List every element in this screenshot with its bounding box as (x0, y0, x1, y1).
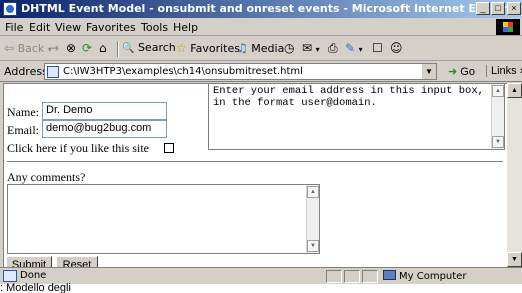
discuss-icon: ☐ (372, 41, 383, 55)
hint-scrollbar[interactable]: ▲ ▼ (491, 84, 504, 149)
links-label: Links (491, 65, 517, 77)
menu-help[interactable]: Help (173, 21, 198, 34)
done-page-icon (3, 270, 17, 282)
horizontal-rule (7, 161, 503, 163)
back-button[interactable]: ⇦ Back ▾ (4, 41, 52, 57)
back-arrow-icon: ⇦ (4, 41, 15, 55)
refresh-icon: ⟳ (82, 41, 93, 55)
page-scroll-down-icon[interactable]: ▼ (507, 252, 522, 267)
go-label: Go (460, 66, 475, 78)
address-bar: Address C:\IW3HTP3\examples\ch14\onsubmi… (0, 62, 522, 82)
reset-button[interactable]: Reset (56, 256, 98, 267)
status-pane (362, 270, 378, 283)
status-pane (326, 270, 342, 283)
page-icon (47, 66, 59, 78)
title-bar[interactable]: DHTML Event Model - onsubmit and onreset… (0, 0, 522, 18)
scroll-down-icon[interactable]: ▼ (492, 136, 504, 148)
scroll-up-icon[interactable]: ▲ (492, 85, 504, 97)
address-dropdown-icon[interactable]: ▼ (421, 64, 436, 79)
menu-view[interactable]: View (55, 21, 81, 34)
print-icon: ⎙ (328, 41, 338, 55)
menu-file[interactable]: File (5, 21, 23, 34)
media-button[interactable]: ♫ Media (237, 41, 284, 57)
print-button[interactable]: ⎙ (328, 41, 338, 57)
page-scroll-up-icon[interactable]: ▲ (507, 83, 522, 98)
messenger-icon: ☺ (390, 41, 403, 55)
discuss-button[interactable]: ☐ (372, 41, 383, 57)
security-zone: My Computer (383, 270, 466, 282)
status-bar: Done My Computer (0, 267, 522, 284)
mail-dropdown-icon: ▾ (315, 45, 320, 54)
back-label: Back (17, 42, 45, 55)
email-label: Email: (7, 123, 39, 137)
like-site-label: Click here if you like this site (7, 141, 149, 155)
page-content: Name: Dr. Demo Email: demo@bug2bug.com C… (3, 83, 507, 267)
zone-label: My Computer (399, 271, 467, 282)
forward-button[interactable]: → (49, 41, 59, 57)
comments-scrollbar[interactable]: ▲ ▼ (306, 185, 319, 253)
like-site-checkbox[interactable] (164, 143, 174, 153)
figure-caption: : Modello degli (0, 282, 71, 293)
name-label: Name: (7, 105, 39, 119)
standard-toolbar: ⇦ Back ▾ → ⊗ ⟳ ⌂ 🔍 Search ☆ Favorites ♫ … (0, 37, 522, 61)
favorites-star-icon: ☆ (176, 41, 187, 55)
mail-icon: ✉ (302, 41, 313, 55)
messenger-button[interactable]: ☺ (390, 41, 403, 57)
close-button[interactable]: × (507, 2, 521, 15)
history-button[interactable]: ◷ (284, 41, 294, 57)
search-icon: 🔍 (122, 43, 135, 54)
home-button[interactable]: ⌂ (99, 41, 107, 57)
favorites-button[interactable]: ☆ Favorites (176, 41, 240, 57)
scroll-up-icon[interactable]: ▲ (307, 186, 319, 198)
menu-edit[interactable]: Edit (29, 21, 50, 34)
page-scrollbar[interactable]: ▲ ▼ (507, 83, 522, 267)
minimize-button[interactable]: _ (476, 2, 490, 15)
forward-arrow-icon: → (49, 41, 60, 55)
home-icon: ⌂ (99, 41, 107, 55)
refresh-button[interactable]: ⟳ (82, 41, 92, 57)
scroll-down-icon[interactable]: ▼ (307, 240, 319, 252)
menu-favorites[interactable]: Favorites (86, 21, 136, 34)
menu-tools[interactable]: Tools (141, 21, 168, 34)
ie-app-icon[interactable] (3, 2, 17, 16)
address-url: C:\IW3HTP3\examples\ch14\onsubmitreset.h… (63, 66, 303, 77)
go-button[interactable]: ➜ Go (448, 65, 475, 78)
address-label: Address (4, 65, 48, 78)
media-label: Media (251, 42, 285, 55)
status-text: Done (20, 270, 47, 281)
toolbar-separator (117, 41, 119, 57)
links-button[interactable]: Links » (486, 65, 522, 77)
status-pane (344, 270, 360, 283)
email-hint-textarea[interactable]: Enter your email address in this input b… (208, 84, 505, 150)
email-hint-text: Enter your email address in this input b… (213, 85, 484, 109)
name-field[interactable]: Dr. Demo (42, 102, 167, 120)
menu-bar: File Edit View Favorites Tools Help (0, 18, 522, 36)
email-field[interactable]: demo@bug2bug.com (42, 120, 167, 138)
history-icon: ◷ (284, 41, 295, 55)
comments-label: Any comments? (7, 170, 86, 184)
stop-button[interactable]: ⊗ (66, 41, 76, 57)
edit-icon: ✎ (345, 41, 356, 55)
windows-logo-icon (496, 19, 520, 35)
stop-icon: ⊗ (66, 41, 77, 55)
my-computer-icon (383, 270, 396, 280)
window-title: DHTML Event Model - onsubmit and onreset… (21, 2, 521, 15)
submit-button[interactable]: Submit (6, 256, 52, 267)
favorites-label: Favorites (190, 42, 240, 55)
comments-textarea[interactable]: ▲ ▼ (7, 184, 320, 254)
search-button[interactable]: 🔍 Search (122, 41, 176, 57)
maximize-button[interactable]: □ (491, 2, 505, 15)
browser-window: DHTML Event Model - onsubmit and onreset… (0, 0, 522, 284)
address-input[interactable]: C:\IW3HTP3\examples\ch14\onsubmitreset.h… (44, 63, 437, 80)
media-icon: ♫ (237, 41, 248, 55)
edit-dropdown-icon: ▾ (358, 45, 363, 54)
mail-button[interactable]: ✉ ▾ (302, 41, 320, 57)
go-arrow-icon: ➜ (448, 66, 458, 78)
search-label: Search (137, 41, 176, 54)
edit-button[interactable]: ✎ ▾ (345, 41, 363, 57)
